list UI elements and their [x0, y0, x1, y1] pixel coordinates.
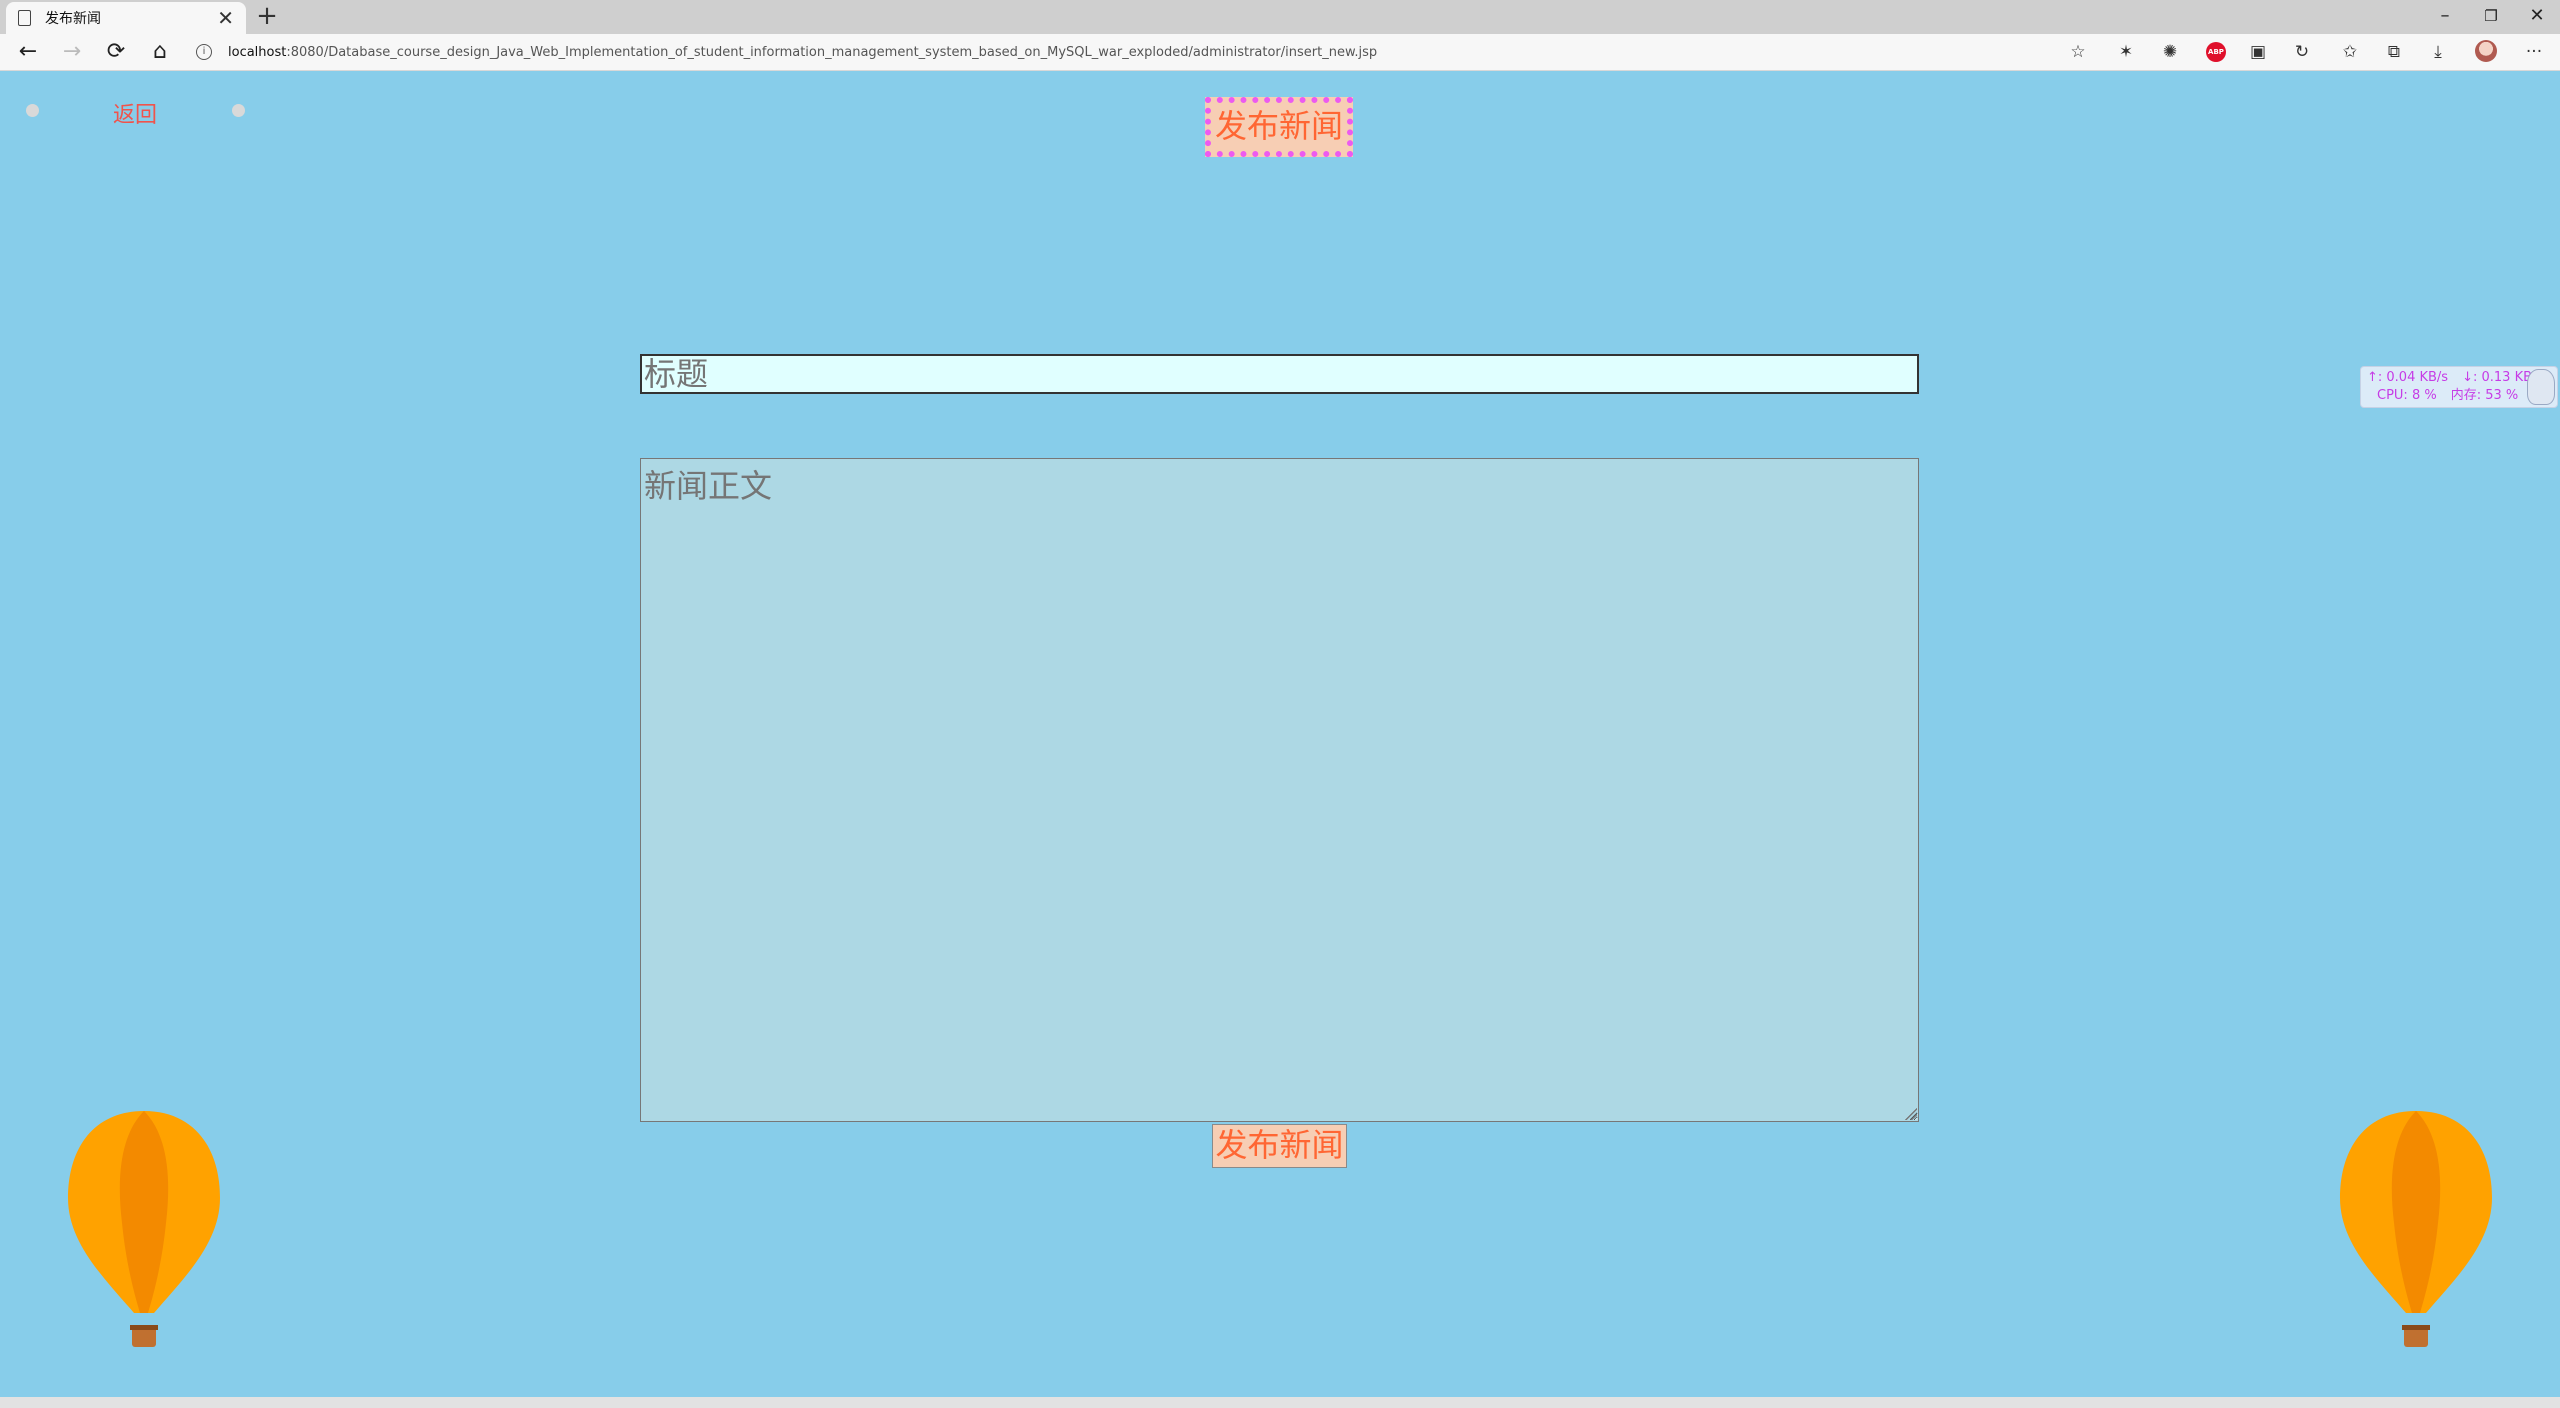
info-icon[interactable]: i — [196, 44, 212, 60]
taskbar-edge — [0, 1397, 2560, 1408]
mascot-icon — [2527, 369, 2555, 405]
tab-title: 发布新闻 — [45, 11, 101, 27]
collections-icon[interactable]: ⧉ — [2380, 38, 2408, 66]
tab-close-icon[interactable]: ✕ — [217, 8, 234, 28]
memory-usage: 内存: 53 % — [2450, 388, 2519, 403]
resize-handle-icon[interactable] — [1905, 1108, 1917, 1120]
download-icon[interactable]: ⤓ — [2424, 38, 2452, 66]
favorites-icon[interactable]: ✩ — [2336, 38, 2364, 66]
collections-icon[interactable]: ▣ — [2244, 38, 2272, 66]
cpu-usage: CPU: 8 % — [2377, 388, 2437, 403]
restore-button[interactable]: ❐ — [2468, 0, 2514, 34]
page-icon — [18, 10, 31, 26]
reload-icon[interactable]: ⟳ — [100, 36, 132, 68]
hot-air-balloon-icon — [68, 1111, 220, 1347]
decor-dot — [26, 104, 39, 117]
browser-tab[interactable]: 发布新闻 ✕ — [6, 2, 246, 34]
news-title-input[interactable] — [640, 354, 1919, 394]
forward-arrow-icon[interactable]: → — [56, 36, 88, 68]
home-icon[interactable]: ⌂ — [144, 36, 176, 68]
minimize-button[interactable]: – — [2422, 0, 2468, 34]
new-tab-button[interactable]: + — [252, 2, 282, 32]
publish-news-button[interactable]: 发布新闻 — [1212, 1124, 1347, 1168]
page-body: 返回 发布新闻 发布新闻 — [0, 71, 2560, 1400]
hot-air-balloon-icon — [2340, 1111, 2492, 1347]
address-bar: ← → ⟳ ⌂ i localhost:8080/Database_course… — [0, 34, 2560, 71]
network-monitor-widget: ↑: 0.04 KB/s ↓: 0.13 KB/s CPU: 8 % 内存: 5… — [2360, 366, 2558, 408]
upload-speed: ↑: 0.04 KB/s — [2367, 370, 2449, 385]
tab-strip: 发布新闻 ✕ + – ❐ ✕ — [0, 0, 2560, 34]
url-host: localhost — [228, 44, 287, 60]
adblock-icon[interactable]: ABP — [2206, 42, 2226, 62]
page-title: 发布新闻 — [1205, 97, 1353, 157]
profile-avatar[interactable] — [2475, 40, 2497, 62]
url-field[interactable]: i localhost:8080/Database_course_design_… — [196, 37, 2076, 67]
decor-dot — [232, 104, 245, 117]
star-add-icon[interactable]: ☆ — [2064, 38, 2092, 66]
url-path: :8080/Database_course_design_Java_Web_Im… — [286, 44, 1378, 60]
extension-icon[interactable]: ✶ — [2112, 38, 2140, 66]
extension-icon[interactable]: ✺ — [2156, 38, 2184, 66]
back-link[interactable]: 返回 — [113, 97, 157, 129]
more-icon[interactable]: ··· — [2520, 38, 2548, 66]
back-arrow-icon[interactable]: ← — [12, 36, 44, 68]
news-body-textarea[interactable] — [640, 458, 1919, 1122]
sync-icon[interactable]: ↻ — [2288, 38, 2316, 66]
close-window-button[interactable]: ✕ — [2514, 0, 2560, 34]
